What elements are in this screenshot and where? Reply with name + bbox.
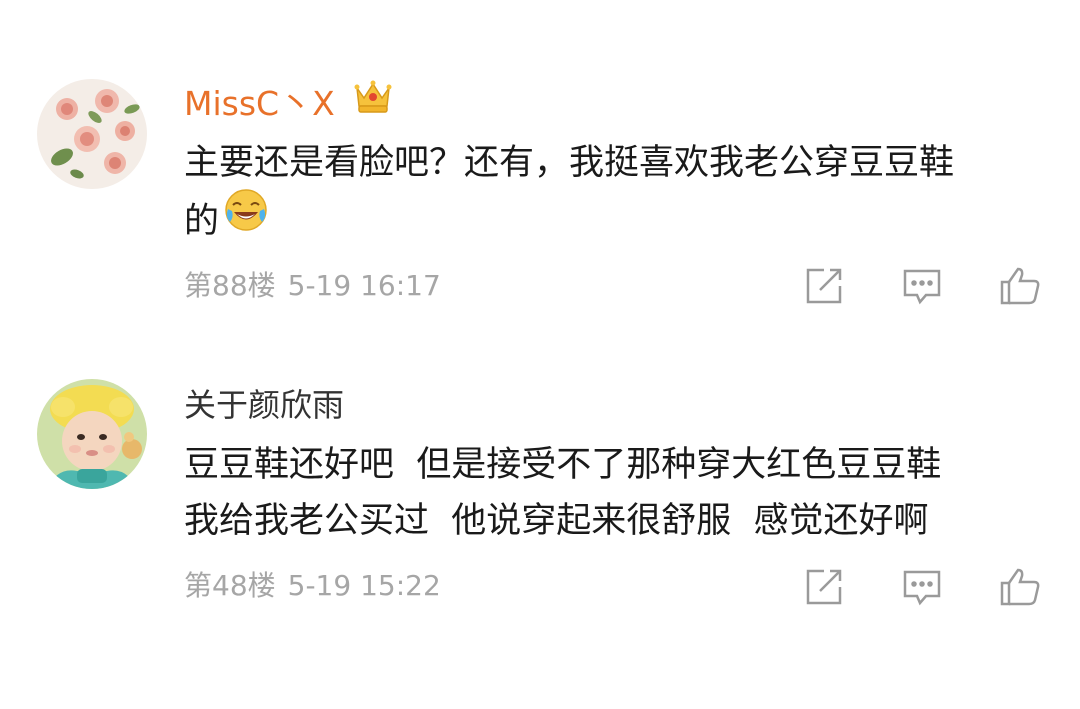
reply-icon[interactable] [900, 565, 944, 609]
username-text[interactable]: MissC丶X [184, 84, 335, 123]
comment-line: 我给我老公买过 他说穿起来很舒服 感觉还好啊 [184, 501, 929, 541]
timestamp: 5-19 15:22 [287, 569, 441, 602]
comment-line: 的 [184, 201, 220, 242]
username[interactable]: MissC丶X [184, 80, 393, 129]
comment-meta: 第48楼 5-19 15:22 [184, 568, 441, 604]
avatar[interactable] [37, 379, 147, 489]
comment-line: 主要还是看脸吧？还有，我挺喜欢我老公穿豆豆鞋 [184, 143, 955, 183]
crown-icon [353, 78, 393, 125]
laughing-crying-emoji-icon [223, 187, 269, 250]
comment-line-with-emoji: 的 [184, 189, 1054, 254]
comment-meta: 第88楼 5-19 16:17 [184, 268, 441, 304]
timestamp: 5-19 16:17 [287, 269, 441, 302]
avatar[interactable] [37, 79, 147, 189]
like-icon[interactable] [998, 264, 1042, 308]
share-icon[interactable] [802, 264, 846, 308]
comment-line: 豆豆鞋还好吧 但是接受不了那种穿大红色豆豆鞋 [184, 445, 942, 485]
comment-item: 关于颜欣雨 豆豆鞋还好吧 但是接受不了那种穿大红色豆豆鞋 我给我老公买过 他说穿… [0, 340, 1080, 709]
share-icon[interactable] [802, 565, 846, 609]
floor-number: 第48楼 [184, 569, 276, 602]
comment-text: 主要还是看脸吧？还有，我挺喜欢我老公穿豆豆鞋 的 [184, 135, 1054, 254]
comment-text: 豆豆鞋还好吧 但是接受不了那种穿大红色豆豆鞋 我给我老公买过 他说穿起来很舒服 … [184, 437, 1054, 549]
comment-actions [802, 264, 1042, 308]
floor-number: 第88楼 [184, 269, 276, 302]
username[interactable]: 关于颜欣雨 [184, 385, 344, 425]
comment-actions [802, 565, 1042, 609]
comment-item: MissC丶X 主要还是看脸吧？还有，我挺喜欢我老公穿豆豆鞋 的 第88楼 5-… [0, 0, 1080, 340]
reply-icon[interactable] [900, 264, 944, 308]
like-icon[interactable] [998, 565, 1042, 609]
